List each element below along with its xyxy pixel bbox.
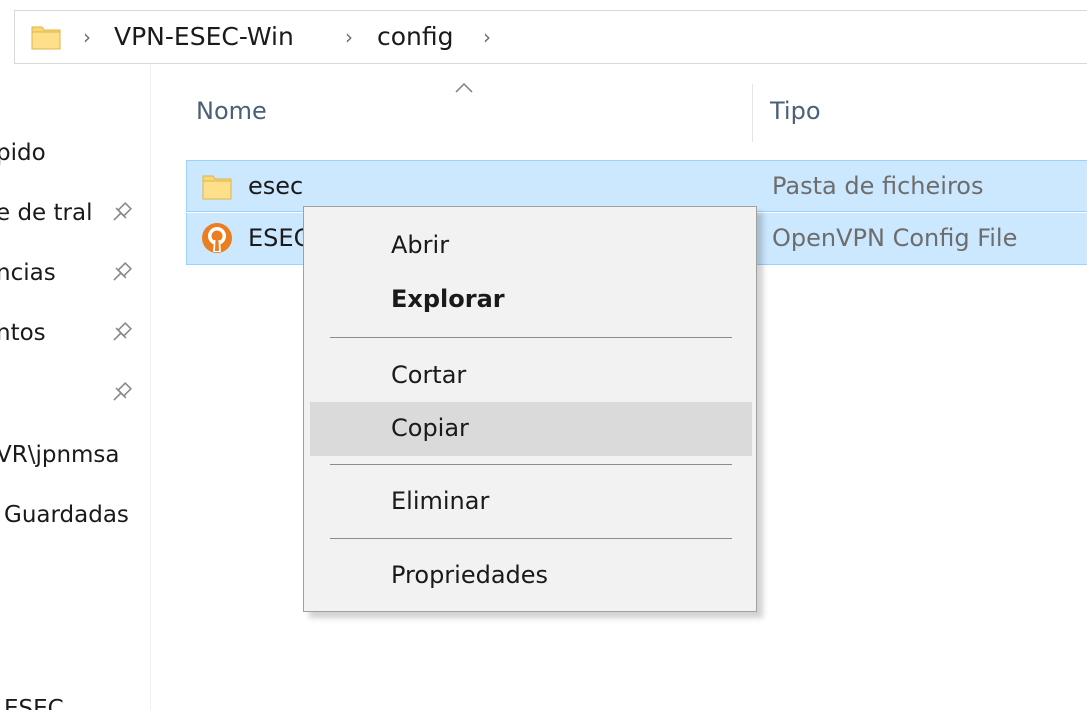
address-bar[interactable]: › VPN-ESEC-Win › config ›: [14, 10, 1087, 64]
breadcrumb-separator[interactable]: ›: [483, 25, 491, 49]
pin-icon[interactable]: [108, 320, 134, 346]
breadcrumb-separator[interactable]: ›: [83, 25, 91, 49]
file-name: esec: [248, 172, 304, 200]
menu-item-label: Eliminar: [391, 487, 490, 515]
nav-item-documents[interactable]: ntos: [0, 314, 150, 354]
column-header-name[interactable]: Nome: [196, 96, 267, 126]
breadcrumb-segment-vpn-esec-win[interactable]: VPN-ESEC-Win: [114, 22, 294, 52]
file-name: ESEC: [248, 224, 311, 252]
nav-item-label: pido: [0, 140, 46, 166]
nav-item-network-share[interactable]: VR\jpnmsa: [0, 436, 150, 476]
menu-item-explorar[interactable]: Explorar: [310, 273, 752, 327]
menu-item-label: Explorar: [391, 285, 505, 313]
folder-icon: [202, 175, 232, 200]
nav-item-desktop[interactable]: e de tral: [0, 194, 150, 234]
menu-item-copiar[interactable]: Copiar: [310, 402, 752, 456]
column-header-type[interactable]: Tipo: [770, 96, 821, 126]
nav-item-label: ESEC: [4, 696, 64, 710]
file-type: Pasta de ficheiros: [772, 172, 984, 200]
breadcrumb-segment-config[interactable]: config: [377, 22, 454, 52]
menu-separator: [330, 337, 732, 338]
context-menu: Abrir Explorar Cortar Copiar Eliminar Pr…: [303, 206, 757, 612]
file-row[interactable]: esec Pasta de ficheiros: [186, 160, 1087, 212]
nav-item-saved[interactable]: Guardadas: [0, 496, 150, 536]
nav-item-label: ntos: [0, 320, 46, 346]
menu-item-cortar[interactable]: Cortar: [310, 349, 752, 403]
menu-separator: [330, 464, 732, 465]
nav-item-label: ncias: [0, 260, 56, 286]
nav-item-downloads[interactable]: ncias: [0, 254, 150, 294]
nav-item-label: Guardadas: [4, 502, 129, 528]
column-divider[interactable]: [752, 84, 753, 142]
menu-separator: [330, 538, 732, 539]
sort-ascending-icon: [455, 82, 473, 93]
file-type: OpenVPN Config File: [772, 224, 1018, 252]
navigation-pane: pido e de tral ncias ntos VR\jpnmsa Guar…: [0, 64, 151, 710]
nav-item-esec[interactable]: ESEC: [0, 690, 150, 710]
nav-item-quick-access[interactable]: pido: [0, 134, 150, 174]
menu-item-label: Abrir: [391, 231, 450, 259]
menu-item-label: Copiar: [391, 414, 469, 442]
menu-item-abrir[interactable]: Abrir: [310, 219, 752, 273]
pin-icon[interactable]: [108, 380, 134, 406]
pin-icon[interactable]: [108, 200, 134, 226]
openvpn-icon: [202, 223, 232, 253]
folder-icon: [31, 26, 61, 50]
nav-item-label: VR\jpnmsa: [0, 442, 120, 468]
menu-item-label: Propriedades: [391, 561, 549, 589]
nav-item-label: e de tral: [0, 200, 93, 226]
menu-item-eliminar[interactable]: Eliminar: [310, 475, 752, 529]
breadcrumb-separator[interactable]: ›: [345, 25, 353, 49]
menu-item-propriedades[interactable]: Propriedades: [310, 549, 752, 603]
nav-item-pictures[interactable]: [0, 374, 150, 414]
pin-icon[interactable]: [108, 260, 134, 286]
menu-item-label: Cortar: [391, 361, 467, 389]
